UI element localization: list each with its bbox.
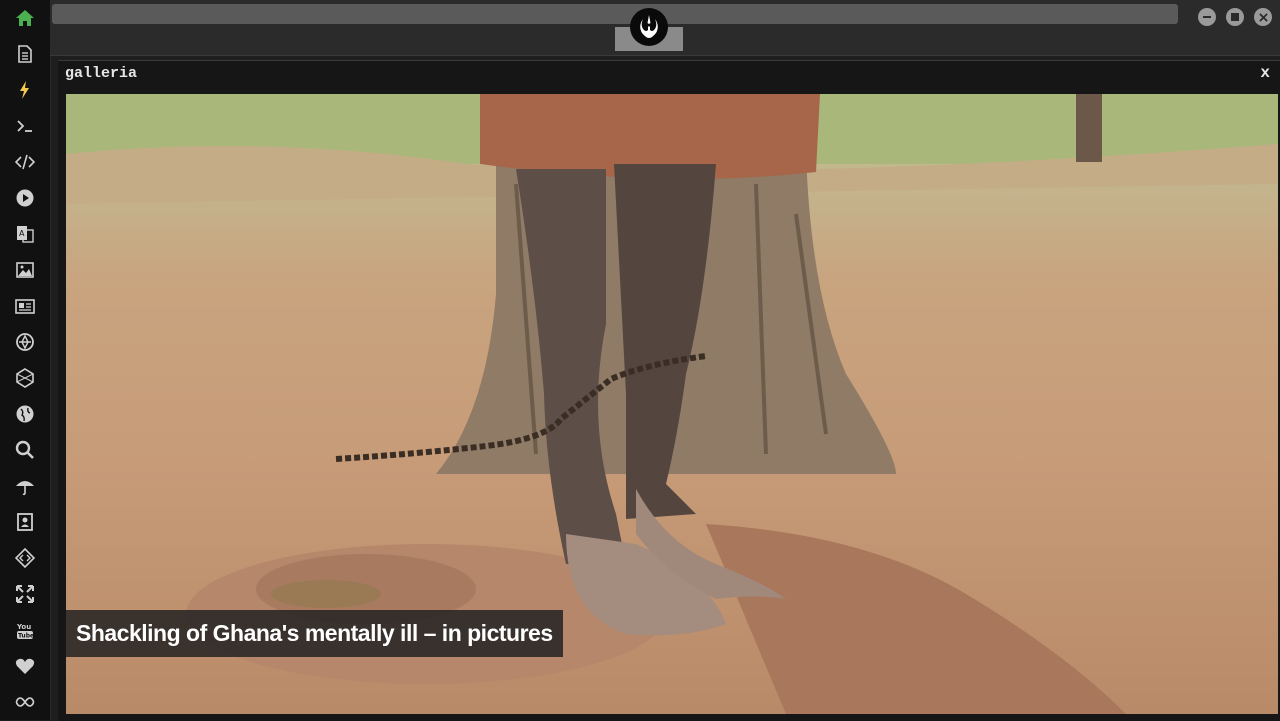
heart-icon[interactable] [13, 654, 37, 678]
top-bar [50, 0, 1280, 56]
svg-text:Tube: Tube [18, 633, 34, 640]
rebel-alliance-logo-icon[interactable] [630, 8, 668, 46]
terminal-icon[interactable] [13, 114, 37, 138]
news-icon[interactable] [13, 294, 37, 318]
translate-icon[interactable]: A [13, 222, 37, 246]
image-icon[interactable] [13, 258, 37, 282]
svg-text:A: A [19, 229, 25, 238]
infinity-icon[interactable] [13, 690, 37, 714]
document-icon[interactable] [13, 42, 37, 66]
contact-card-icon[interactable] [13, 510, 37, 534]
window-close-button[interactable]: x [1260, 64, 1270, 82]
address-bar[interactable] [52, 4, 1178, 24]
diamond-code-icon[interactable] [13, 546, 37, 570]
code-icon[interactable] [13, 150, 37, 174]
minimize-button[interactable] [1198, 8, 1216, 26]
search-icon[interactable] [13, 438, 37, 462]
photo-caption: Shackling of Ghana's mentally ill – in p… [66, 610, 563, 657]
sidebar: A You Tube [0, 0, 51, 720]
home-icon[interactable] [13, 6, 37, 30]
youtube-icon[interactable]: You Tube [13, 618, 37, 642]
close-window-button[interactable] [1254, 8, 1272, 26]
maximize-button[interactable] [1226, 8, 1244, 26]
globe-icon[interactable] [13, 402, 37, 426]
lightning-icon[interactable] [13, 78, 37, 102]
window-title: galleria [65, 65, 138, 82]
svg-text:You: You [16, 623, 31, 631]
aperture-icon[interactable] [13, 330, 37, 354]
hexagon-icon[interactable] [13, 366, 37, 390]
expand-icon[interactable] [13, 582, 37, 606]
play-icon[interactable] [13, 186, 37, 210]
umbrella-icon[interactable] [13, 474, 37, 498]
